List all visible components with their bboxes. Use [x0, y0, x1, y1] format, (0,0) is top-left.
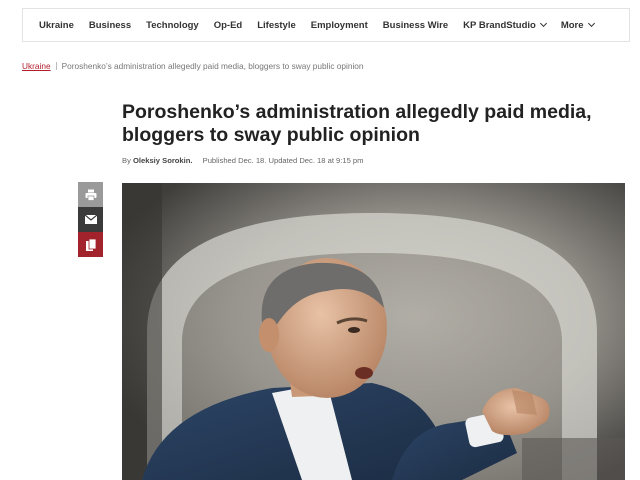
nav-item-kp-brandstudio-label: KP BrandStudio	[463, 19, 536, 31]
chevron-down-icon	[587, 19, 595, 28]
nav-item-more-label: More	[560, 19, 584, 31]
top-navigation: Ukraine Business Technology Op-Ed Lifest…	[22, 8, 630, 42]
email-button[interactable]	[78, 207, 103, 232]
bookmark-icon	[85, 238, 96, 251]
breadcrumb-current: Poroshenko’s administration allegedly pa…	[61, 61, 364, 71]
nav-item-kp-brandstudio[interactable]: KP BrandStudio	[463, 19, 547, 31]
print-icon	[85, 189, 96, 201]
breadcrumb: Ukraine Poroshenko’s administration alle…	[22, 61, 364, 71]
share-bar	[78, 182, 103, 257]
nav-item-business-wire[interactable]: Business Wire	[383, 20, 448, 31]
print-button[interactable]	[78, 182, 103, 207]
author-link[interactable]: Oleksiy Sorokin.	[133, 156, 193, 165]
breadcrumb-section-link[interactable]: Ukraine	[22, 61, 51, 71]
nav-item-technology[interactable]: Technology	[146, 20, 199, 31]
publish-date: Published Dec. 18. Updated Dec. 18 at 9:…	[202, 156, 364, 165]
article-title: Poroshenko’s administration allegedly pa…	[122, 101, 592, 146]
mail-icon	[84, 215, 97, 224]
byline-prefix: By	[122, 156, 131, 165]
nav-item-business[interactable]: Business	[89, 20, 131, 31]
chevron-down-icon	[539, 19, 547, 28]
hero-photo	[122, 183, 625, 480]
nav-item-more[interactable]: More	[560, 19, 595, 31]
nav-item-employment[interactable]: Employment	[311, 20, 368, 31]
breadcrumb-separator	[55, 62, 57, 70]
nav-item-op-ed[interactable]: Op-Ed	[214, 20, 243, 31]
bookmark-button[interactable]	[78, 232, 103, 257]
nav-item-lifestyle[interactable]: Lifestyle	[257, 20, 296, 31]
article-byline: By Oleksiy Sorokin. Published Dec. 18. U…	[122, 156, 363, 165]
article-hero-image	[122, 183, 625, 480]
nav-item-ukraine[interactable]: Ukraine	[39, 20, 74, 31]
